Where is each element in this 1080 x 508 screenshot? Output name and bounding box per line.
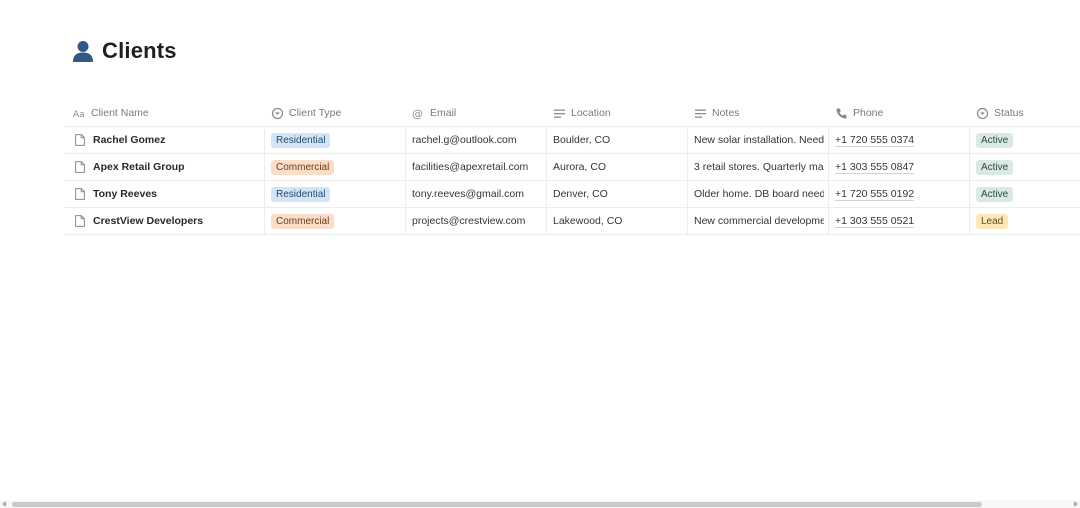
column-label: Location [571, 107, 611, 119]
client-type-cell[interactable]: Commercial [265, 208, 406, 234]
column-header-status[interactable]: Status [970, 100, 1080, 126]
client-name[interactable]: CrestView Developers [93, 215, 203, 227]
location-cell[interactable]: Aurora, CO [547, 154, 688, 180]
email-link[interactable]: tony.reeves@gmail.com [412, 188, 524, 200]
notes-text: New solar installation. Needs Cit [694, 134, 824, 146]
page-document-icon [75, 161, 85, 173]
status-cell[interactable]: Lead [970, 208, 1080, 234]
column-label: Notes [712, 107, 740, 119]
text-lines-icon [553, 107, 566, 120]
column-label: Client Name [91, 107, 149, 119]
notes-text: Older home. DB board needs up [694, 188, 824, 200]
client-type-tag[interactable]: Commercial [271, 159, 335, 175]
table-row[interactable]: CrestView Developers Commercial projects… [64, 208, 1080, 235]
client-name-cell[interactable]: Rachel Gomez [64, 127, 265, 153]
table-row[interactable]: Tony Reeves Residential tony.reeves@gmai… [64, 181, 1080, 208]
client-name[interactable]: Rachel Gomez [93, 134, 165, 146]
location-text: Aurora, CO [553, 161, 607, 173]
client-type-tag[interactable]: Residential [271, 132, 331, 148]
status-badge[interactable]: Lead [976, 213, 1009, 229]
column-header-client-name[interactable]: Aa Client Name [64, 100, 265, 126]
at-sign-icon: @ [412, 107, 425, 120]
phone-link[interactable]: +1 303 555 0847 [835, 161, 915, 174]
client-type-cell[interactable]: Residential [265, 181, 406, 207]
select-property-icon [271, 107, 284, 120]
phone-cell[interactable]: +1 303 555 0847 [829, 154, 970, 180]
location-cell[interactable]: Denver, CO [547, 181, 688, 207]
scroll-right-arrow-icon[interactable] [1074, 501, 1078, 507]
table-row[interactable]: Rachel Gomez Residential rachel.g@outloo… [64, 127, 1080, 154]
text-lines-icon [694, 107, 707, 120]
status-badge[interactable]: Active [976, 186, 1014, 202]
email-cell[interactable]: projects@crestview.com [406, 208, 547, 234]
column-header-client-type[interactable]: Client Type [265, 100, 406, 126]
status-badge[interactable]: Active [976, 159, 1014, 175]
client-type-tag[interactable]: Commercial [271, 213, 335, 229]
email-cell[interactable]: rachel.g@outlook.com [406, 127, 547, 153]
svg-text:@: @ [412, 107, 423, 120]
phone-cell[interactable]: +1 720 555 0374 [829, 127, 970, 153]
client-type-cell[interactable]: Commercial [265, 154, 406, 180]
email-link[interactable]: facilities@apexretail.com [412, 161, 528, 173]
table-header-row: Aa Client Name Client Type @ Email Locat… [64, 100, 1080, 127]
page-title: Clients [102, 38, 177, 63]
status-cell[interactable]: Active [970, 154, 1080, 180]
phone-icon [835, 107, 848, 120]
column-label: Phone [853, 107, 884, 119]
text-property-icon: Aa [73, 107, 86, 120]
notes-cell[interactable]: New solar installation. Needs Cit [688, 127, 829, 153]
svg-text:Aa: Aa [73, 110, 85, 120]
notes-cell[interactable]: 3 retail stores. Quarterly mainte [688, 154, 829, 180]
email-link[interactable]: projects@crestview.com [412, 215, 525, 227]
client-name-cell[interactable]: CrestView Developers [64, 208, 265, 234]
column-header-email[interactable]: @ Email [406, 100, 547, 126]
client-name-cell[interactable]: Apex Retail Group [64, 154, 265, 180]
page-header: Clients [72, 38, 177, 64]
status-cell[interactable]: Active [970, 127, 1080, 153]
clients-table: Aa Client Name Client Type @ Email Locat… [64, 100, 1080, 235]
status-badge[interactable]: Active [976, 132, 1014, 148]
client-name[interactable]: Tony Reeves [93, 188, 157, 200]
client-name-cell[interactable]: Tony Reeves [64, 181, 265, 207]
client-type-tag[interactable]: Residential [271, 186, 331, 202]
client-name[interactable]: Apex Retail Group [93, 161, 185, 173]
column-header-notes[interactable]: Notes [688, 100, 829, 126]
email-cell[interactable]: tony.reeves@gmail.com [406, 181, 547, 207]
phone-link[interactable]: +1 720 555 0192 [835, 188, 915, 201]
column-header-phone[interactable]: Phone [829, 100, 970, 126]
phone-link[interactable]: +1 303 555 0521 [835, 215, 915, 228]
notes-text: 3 retail stores. Quarterly mainte [694, 161, 824, 173]
notes-cell[interactable]: Older home. DB board needs up [688, 181, 829, 207]
email-cell[interactable]: facilities@apexretail.com [406, 154, 547, 180]
notes-cell[interactable]: New commercial development. [688, 208, 829, 234]
scroll-left-arrow-icon[interactable] [2, 501, 6, 507]
column-label: Status [994, 107, 1024, 119]
page-document-icon [75, 134, 85, 146]
location-text: Denver, CO [553, 188, 608, 200]
column-label: Email [430, 107, 457, 119]
status-cell[interactable]: Active [970, 181, 1080, 207]
status-icon [976, 107, 989, 120]
phone-link[interactable]: +1 720 555 0374 [835, 134, 915, 147]
page-document-icon [75, 215, 85, 227]
email-link[interactable]: rachel.g@outlook.com [412, 134, 517, 146]
column-header-location[interactable]: Location [547, 100, 688, 126]
person-icon[interactable] [72, 39, 94, 63]
location-cell[interactable]: Lakewood, CO [547, 208, 688, 234]
horizontal-scrollbar[interactable] [0, 500, 1080, 508]
table-row[interactable]: Apex Retail Group Commercial facilities@… [64, 154, 1080, 181]
scrollbar-thumb[interactable] [12, 502, 982, 507]
page-document-icon [75, 188, 85, 200]
notes-text: New commercial development. [694, 215, 824, 227]
column-label: Client Type [289, 107, 342, 119]
phone-cell[interactable]: +1 303 555 0521 [829, 208, 970, 234]
location-text: Lakewood, CO [553, 215, 623, 227]
phone-cell[interactable]: +1 720 555 0192 [829, 181, 970, 207]
location-text: Boulder, CO [553, 134, 611, 146]
location-cell[interactable]: Boulder, CO [547, 127, 688, 153]
client-type-cell[interactable]: Residential [265, 127, 406, 153]
